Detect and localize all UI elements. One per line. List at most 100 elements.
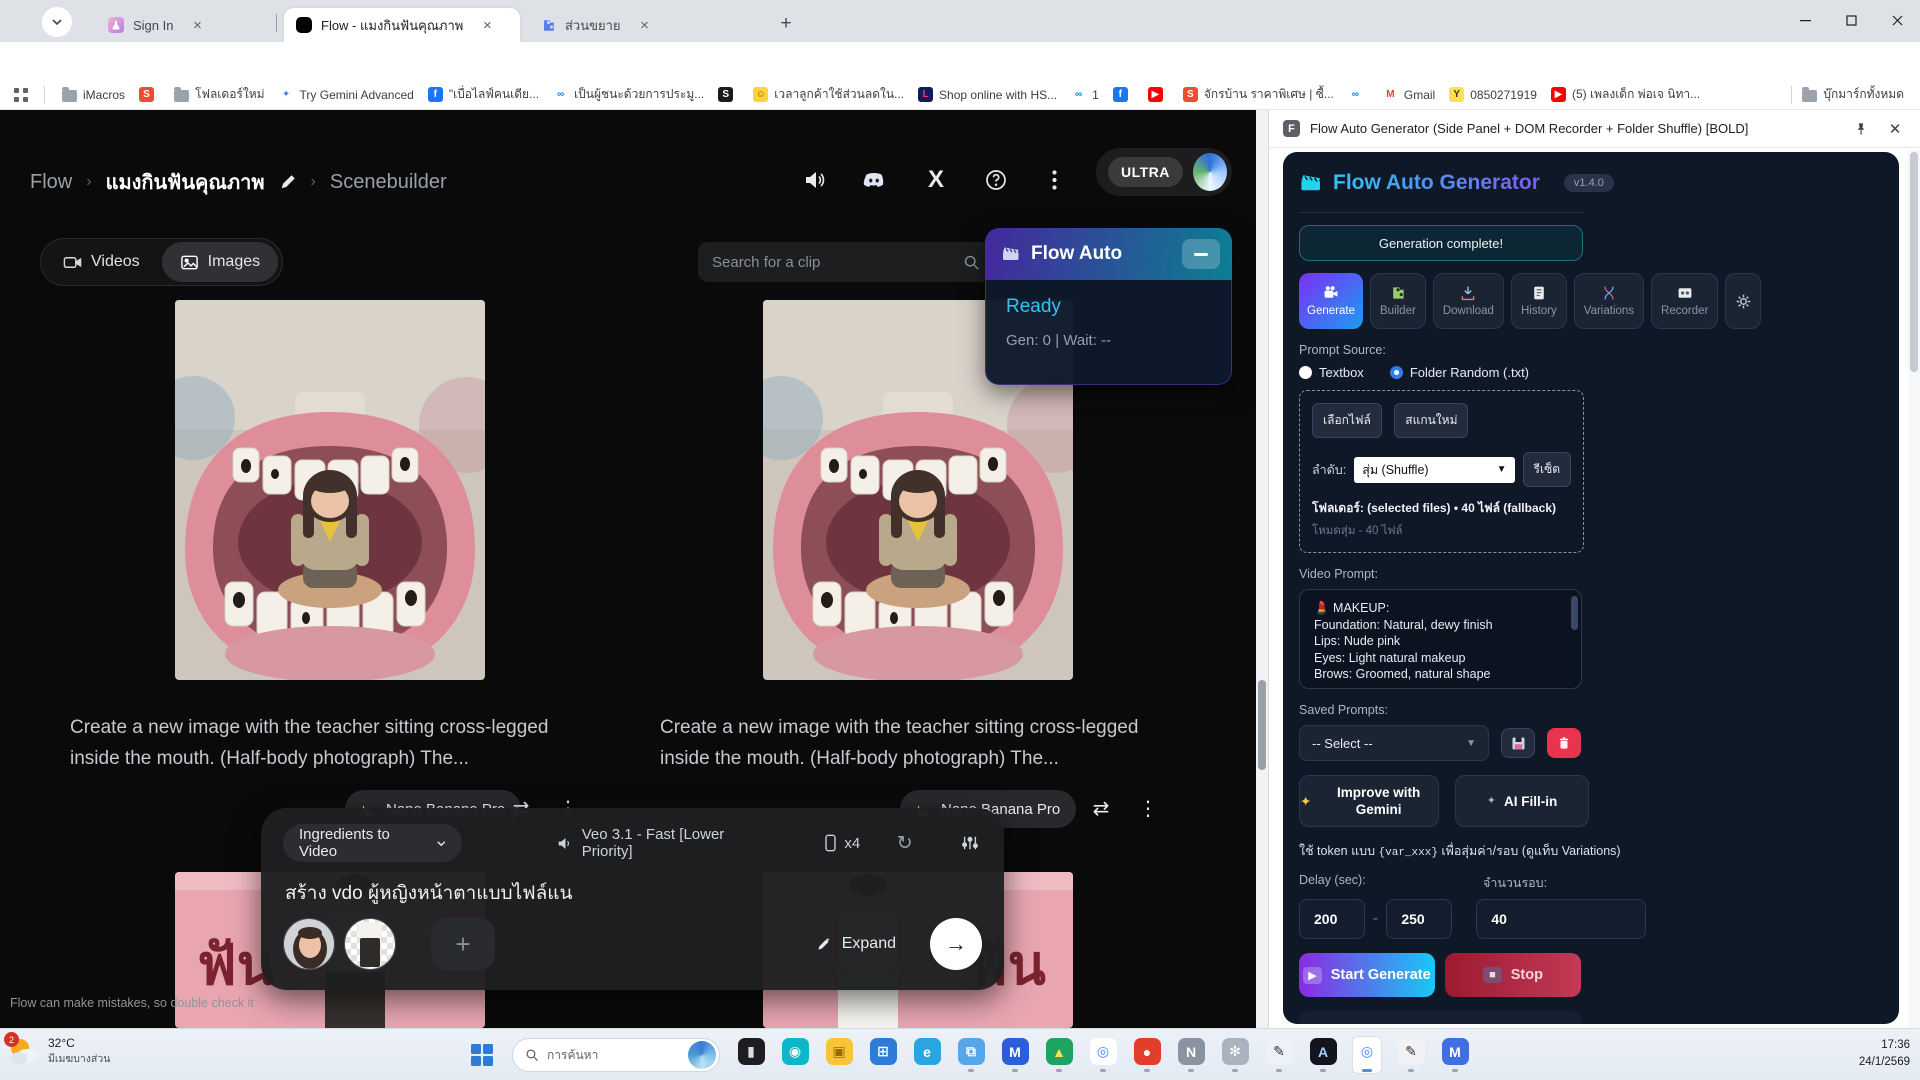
bookmark-item[interactable]: f "เบื่อไลฟ์คนเดีย... — [421, 82, 546, 107]
breadcrumb-page[interactable]: Scenebuilder — [330, 171, 447, 194]
delete-prompt-button[interactable] — [1547, 728, 1581, 758]
breadcrumb-project[interactable]: แมงกินฟันคุณภาพ — [106, 166, 265, 198]
model-selector[interactable]: Veo 3.1 - Fast [Lower Priority] — [542, 824, 784, 862]
output-count[interactable]: x4 — [824, 834, 860, 852]
more-menu-icon[interactable] — [1040, 166, 1068, 194]
start-button[interactable] — [466, 1039, 498, 1071]
taskbar-app-icon[interactable]: ▮ — [736, 1036, 766, 1074]
generated-image-card-1[interactable] — [175, 300, 485, 680]
taskbar-search[interactable] — [512, 1038, 720, 1072]
tab-close-icon[interactable]: × — [636, 16, 654, 34]
ingredient-thumbnail-outfit[interactable] — [344, 918, 396, 970]
rounds-input[interactable]: 40 — [1476, 899, 1646, 939]
choose-file-button[interactable]: เลือกไฟล์ — [1312, 403, 1382, 438]
delay-max-input[interactable]: 250 — [1386, 899, 1452, 939]
taskbar-app-icon[interactable]: ✎ — [1264, 1036, 1294, 1074]
taskbar-app-icon[interactable]: M — [1000, 1036, 1030, 1074]
browser-tab-flow[interactable]: Flow - แมงกินฟันคุณภาพ × — [284, 8, 520, 42]
reset-button[interactable]: รีเซ็ต — [1523, 452, 1571, 487]
bookmark-item[interactable]: ☺ เวลาลูกค้าใช้ส่วนลดใน... — [746, 82, 911, 107]
bookmark-item[interactable]: ∞ 1 — [1064, 84, 1106, 105]
radio-folder-random[interactable]: Folder Random (.txt) — [1390, 365, 1529, 380]
window-close-button[interactable] — [1874, 0, 1920, 40]
tab-history[interactable]: History — [1511, 273, 1567, 329]
taskbar-app-icon[interactable]: ● — [1132, 1036, 1162, 1074]
expand-button[interactable]: Expand — [815, 935, 896, 953]
taskbar-app-icon[interactable]: ✎ — [1396, 1036, 1426, 1074]
tab-variations[interactable]: Variations — [1574, 273, 1644, 329]
tab-generate[interactable]: Generate — [1299, 273, 1363, 329]
saved-prompts-select[interactable]: -- Select -- ▼ — [1299, 725, 1489, 761]
breadcrumb-root[interactable]: Flow — [30, 171, 72, 194]
clip-search[interactable] — [698, 242, 994, 282]
taskbar-app-icon[interactable]: ◎ — [1352, 1036, 1382, 1074]
bookmark-item[interactable]: ▶ (5) เพลงเด็ก พ่อเจ นิทา... — [1544, 82, 1707, 107]
panel-scrollbar[interactable] — [1908, 150, 1920, 1028]
tab-images[interactable]: Images — [162, 242, 278, 282]
taskbar-app-icon[interactable]: ▲ — [1044, 1036, 1074, 1074]
prompt-text-input[interactable]: สร้าง vdo ผู้หญิงหน้าตาแบบไฟล์แน — [285, 878, 980, 906]
tab-download[interactable]: Download — [1433, 273, 1504, 329]
mode-dropdown[interactable]: Ingredients to Video — [283, 824, 462, 862]
improve-with-gemini-button[interactable]: ✦ Improve with Gemini — [1299, 775, 1439, 827]
edit-pencil-icon[interactable] — [279, 173, 297, 191]
order-select[interactable]: สุ่ม (Shuffle) ▼ — [1354, 457, 1514, 483]
tab-videos[interactable]: Videos — [45, 242, 158, 282]
pin-icon[interactable] — [1849, 117, 1873, 141]
add-ingredient-button[interactable]: + — [431, 918, 495, 970]
ai-fill-in-button[interactable]: ✦ AI Fill-in — [1455, 775, 1589, 827]
video-prompt-textarea[interactable]: 💄 MAKEUP:Foundation: Natural, dewy finis… — [1299, 589, 1582, 689]
taskbar-clock[interactable]: 17:36 24/1/2569 — [1859, 1037, 1910, 1071]
bookmark-item[interactable]: ✦ Try Gemini Advanced — [272, 84, 421, 105]
bookmark-item[interactable]: M Gmail — [1376, 84, 1442, 105]
bookmark-item[interactable]: iMacros — [55, 85, 132, 105]
scrollbar-thumb[interactable] — [1258, 680, 1266, 770]
page-scrollbar[interactable] — [1256, 110, 1268, 1028]
tab-recorder[interactable]: Recorder — [1651, 273, 1718, 329]
window-maximize-button[interactable] — [1828, 0, 1874, 40]
discord-icon[interactable] — [860, 166, 888, 194]
help-icon[interactable] — [982, 166, 1010, 194]
taskbar-app-icon[interactable]: ⊞ — [868, 1036, 898, 1074]
bookmark-item[interactable]: S — [711, 84, 746, 105]
bookmark-item[interactable]: Y 0850271919 — [1442, 84, 1544, 105]
window-minimize-button[interactable] — [1782, 0, 1828, 40]
widget-minimize-button[interactable] — [1182, 239, 1220, 269]
add-to-scene-icon[interactable]: ⇄ — [1085, 792, 1117, 824]
delay-min-input[interactable]: 200 — [1299, 899, 1365, 939]
bookmark-item[interactable]: L Shop online with HS... — [911, 84, 1064, 105]
taskbar-app-icon[interactable]: e — [912, 1036, 942, 1074]
bookmark-item[interactable]: S — [132, 84, 167, 105]
close-icon[interactable]: ✕ — [1883, 117, 1907, 141]
all-bookmarks-button[interactable]: บุ๊กมาร์กทั้งหมด — [1802, 85, 1912, 104]
browser-tab-extensions[interactable]: ส่วนขยาย × — [528, 8, 740, 42]
flow-auto-widget-header[interactable]: Flow Auto — [985, 228, 1232, 280]
start-generate-button[interactable]: ▶ Start Generate — [1299, 953, 1435, 997]
bookmark-item[interactable]: f — [1106, 84, 1141, 105]
stop-button[interactable]: ■ Stop — [1445, 953, 1581, 997]
taskbar-app-icon[interactable]: ◎ — [1088, 1036, 1118, 1074]
speaker-icon[interactable] — [800, 166, 828, 194]
avatar[interactable] — [1193, 153, 1227, 191]
taskbar-app-icon[interactable]: ⧉ — [956, 1036, 986, 1074]
tab-search-button[interactable] — [42, 7, 72, 37]
bookmark-item[interactable]: ▶ — [1141, 84, 1176, 105]
browser-tab-signin[interactable]: Sign In × — [96, 8, 268, 42]
bookmark-item[interactable]: ∞ — [1341, 84, 1376, 105]
taskbar-app-icon[interactable]: A — [1308, 1036, 1338, 1074]
weather-widget[interactable]: 2 32°C มีเมฆบางส่วน — [6, 1034, 110, 1068]
radio-textbox[interactable]: Textbox — [1299, 365, 1364, 380]
regenerate-icon[interactable]: ↻ — [892, 830, 917, 856]
bookmark-item[interactable]: S จักรบ้าน ราคาพิเศษ | ซื้... — [1176, 82, 1341, 107]
save-prompt-button[interactable] — [1501, 728, 1535, 758]
clip-search-input[interactable] — [712, 254, 953, 271]
apps-grid-icon[interactable] — [8, 84, 34, 106]
taskbar-search-input[interactable] — [547, 1048, 680, 1062]
new-tab-button[interactable]: + — [772, 10, 800, 38]
scrollbar-thumb[interactable] — [1910, 152, 1918, 372]
settings-sliders-icon[interactable] — [957, 830, 982, 856]
card-menu-icon[interactable]: ⋮ — [1132, 792, 1164, 824]
textarea-scrollbar-thumb[interactable] — [1571, 596, 1578, 630]
bookmark-item[interactable]: ∞ เป็นผู้ชนะด้วยการประมู... — [546, 82, 711, 107]
x-logo-icon[interactable]: X — [922, 166, 950, 194]
